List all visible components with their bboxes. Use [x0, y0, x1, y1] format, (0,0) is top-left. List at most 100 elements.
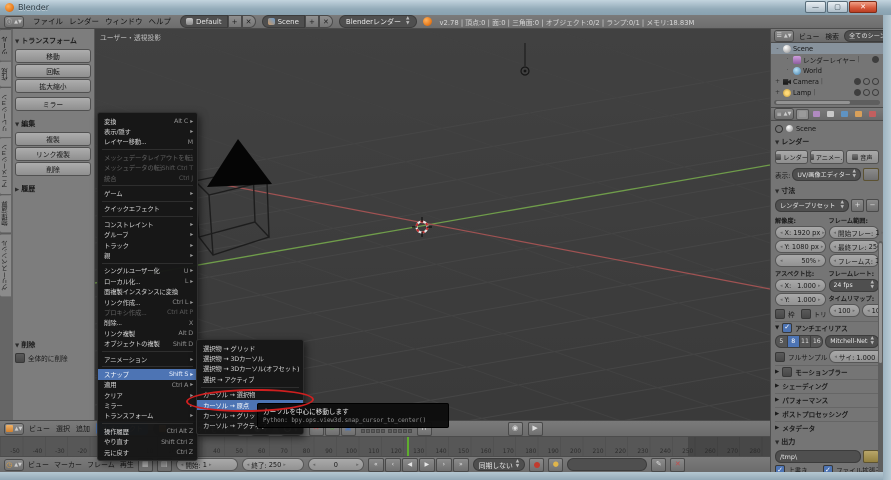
shelf-tab-5[interactable]: 物理演算: [0, 194, 11, 232]
shelf-tab-6[interactable]: グリースペンシル: [0, 233, 11, 296]
object-menu-item[interactable]: ゲーム▸: [98, 188, 197, 198]
menubar-item-ヘルプ[interactable]: ヘルプ: [146, 16, 175, 27]
object-menu-item[interactable]: リンク作成...Ctrl L▸: [98, 297, 197, 307]
delete-globally-checkbox[interactable]: 全体的に削除: [15, 353, 91, 363]
tool-button[interactable]: 削除: [15, 162, 91, 176]
scene-selector[interactable]: Scene + ✕: [262, 15, 333, 28]
visibility-icon[interactable]: [854, 78, 861, 85]
selectable-icon[interactable]: [863, 89, 870, 96]
frame-range-field[interactable]: ◂最終フレ:250▸: [829, 240, 880, 253]
shelf-tab-1[interactable]: ツール: [0, 29, 11, 61]
panel-header-delete[interactable]: ▼削除: [15, 340, 91, 350]
delete-screen-button[interactable]: ✕: [242, 15, 256, 28]
properties-tab-texture[interactable]: [866, 109, 879, 120]
object-menu-item[interactable]: クリア▸: [98, 390, 197, 400]
outliner-menu-検索[interactable]: 検索: [824, 31, 840, 41]
delete-keyframe-button[interactable]: ✕: [670, 458, 685, 472]
properties-tab-object[interactable]: [852, 109, 865, 120]
snap-menu-item[interactable]: 選択 → アクティブ: [197, 374, 303, 384]
view3d-menu-ビュー[interactable]: ビュー: [29, 424, 50, 434]
aa-filter-dropdown[interactable]: Mitchell-Netrav...▲▼: [825, 335, 879, 348]
renderable-icon[interactable]: [872, 89, 879, 96]
panel-header-history[interactable]: ▶履歴: [15, 184, 91, 194]
properties-tab-render-layers[interactable]: [810, 109, 823, 120]
object-menu-item[interactable]: コンストレイント▸: [98, 219, 197, 229]
pin-icon[interactable]: [775, 125, 783, 133]
object-menu-item[interactable]: ミラー▸: [98, 400, 197, 410]
current-frame-field[interactable]: ◂0▸: [308, 458, 364, 471]
render-preset-dropdown[interactable]: レンダープリセット ▲▼: [775, 199, 849, 212]
object-menu-item[interactable]: 親▸: [98, 250, 197, 260]
panel-header-ポストプロセッシング[interactable]: ▶ポストプロセッシング: [775, 407, 879, 419]
tool-button[interactable]: 移動: [15, 49, 91, 63]
current-frame-line[interactable]: [407, 437, 409, 456]
snap-menu-item[interactable]: 選択物 → 3Dカーソル: [197, 353, 303, 363]
tool-button[interactable]: 回転: [15, 64, 91, 78]
editor-type-timeline-icon[interactable]: ◷▲▼: [4, 459, 24, 471]
menubar-item-レンダー[interactable]: レンダー: [66, 16, 102, 27]
screen-layout-selector[interactable]: Default + ✕: [180, 15, 256, 28]
panel-header-edit[interactable]: ▼編集: [15, 119, 91, 129]
view3d-menu-選択[interactable]: 選択: [56, 424, 70, 434]
timeline-menu-マーカー[interactable]: マーカー: [54, 460, 82, 470]
jump-end-button[interactable]: »: [453, 458, 469, 472]
frame-end-field[interactable]: ◂終了: 250▸: [242, 458, 304, 471]
frame-range-field[interactable]: ◂フレームス:1▸: [829, 254, 880, 267]
preset-add-button[interactable]: +: [851, 199, 864, 212]
object-menu-item[interactable]: トランスフォーム▸: [98, 411, 197, 421]
object-menu-item[interactable]: オブジェクトの複製Shift D: [98, 338, 197, 348]
view3d-menu-追加[interactable]: 追加: [76, 424, 90, 434]
panel-header-transform[interactable]: ▼トランスフォーム: [15, 36, 91, 46]
resolution-field[interactable]: ◂Y:1080 px▸: [775, 240, 826, 253]
add-scene-button[interactable]: +: [305, 15, 319, 28]
minimize-button[interactable]: —: [805, 1, 826, 13]
menubar-item-ファイル[interactable]: ファイル: [30, 16, 66, 27]
tool-button[interactable]: 複製: [15, 132, 91, 146]
object-menu-item[interactable]: スナップShift S▸: [98, 369, 197, 379]
window-titlebar[interactable]: Blender — ▢ ✕: [0, 0, 891, 15]
menubar-item-ウィンドウ[interactable]: ウィンドウ: [102, 16, 146, 27]
properties-tab-scene[interactable]: [824, 109, 837, 120]
object-menu-item[interactable]: 変換Alt C▸: [98, 116, 197, 126]
aa-samples-16[interactable]: 16: [811, 335, 823, 348]
next-keyframe-button[interactable]: ›: [436, 458, 452, 472]
aspect-field[interactable]: ◂Y:1.000▸: [775, 293, 826, 306]
layer-toggle[interactable]: [398, 429, 402, 433]
object-menu-item[interactable]: やり直すShift Ctrl Z: [98, 437, 197, 447]
play-reverse-button[interactable]: ◀: [402, 458, 418, 472]
add-screen-button[interactable]: +: [228, 15, 242, 28]
object-menu-item[interactable]: アニメーション▸: [98, 354, 197, 364]
panel-header-シェーディング[interactable]: ▶シェーディング: [775, 379, 879, 391]
selectable-icon[interactable]: [863, 78, 870, 85]
time-remap-field[interactable]: ◂100▸: [829, 304, 861, 317]
tool-button[interactable]: リンク複製: [15, 147, 91, 161]
aa-samples-5[interactable]: 5: [775, 335, 788, 348]
expander-icon[interactable]: -: [774, 45, 781, 52]
layer-toggle[interactable]: [408, 429, 412, 433]
sync-dropdown[interactable]: 同期しない ▲▼: [473, 458, 525, 471]
timeline-menu-ビュー[interactable]: ビュー: [28, 460, 49, 470]
outliner-item-Camera[interactable]: +Camera|: [771, 76, 883, 87]
layer-toggle[interactable]: [403, 429, 407, 433]
frame-range-field[interactable]: ◂開始フレー:1▸: [829, 226, 880, 239]
object-menu-item[interactable]: 表示/隠す▸: [98, 126, 197, 136]
shelf-tab-3[interactable]: リレーション: [0, 87, 11, 138]
panel-header-パフォーマンス[interactable]: ▶パフォーマンス: [775, 393, 879, 405]
aa-samples-11[interactable]: 11: [800, 335, 812, 348]
audio-button[interactable]: 音声: [846, 150, 879, 164]
close-button[interactable]: ✕: [849, 1, 877, 13]
tool-button[interactable]: 拡大縮小: [15, 79, 91, 93]
display-dropdown[interactable]: UV/画像エディター ▲▼: [792, 168, 861, 181]
resolution-field[interactable]: ◂X:1920 px▸: [775, 226, 826, 239]
display-lock-button[interactable]: [863, 168, 879, 181]
editor-type-info-icon[interactable]: ⓘ▲▼: [4, 16, 24, 28]
record-button[interactable]: [529, 458, 544, 472]
editor-type-properties-icon[interactable]: ≡▲▼: [774, 108, 794, 120]
snap-menu-item[interactable]: カーソル → 選択物: [197, 390, 303, 400]
expander-icon[interactable]: +: [774, 78, 781, 85]
delete-scene-button[interactable]: ✕: [319, 15, 333, 28]
render-button[interactable]: レンダー: [775, 150, 808, 164]
mirror-button[interactable]: ミラー: [15, 97, 91, 111]
object-menu-item[interactable]: 削除...X: [98, 318, 197, 328]
jump-start-button[interactable]: «: [368, 458, 384, 472]
